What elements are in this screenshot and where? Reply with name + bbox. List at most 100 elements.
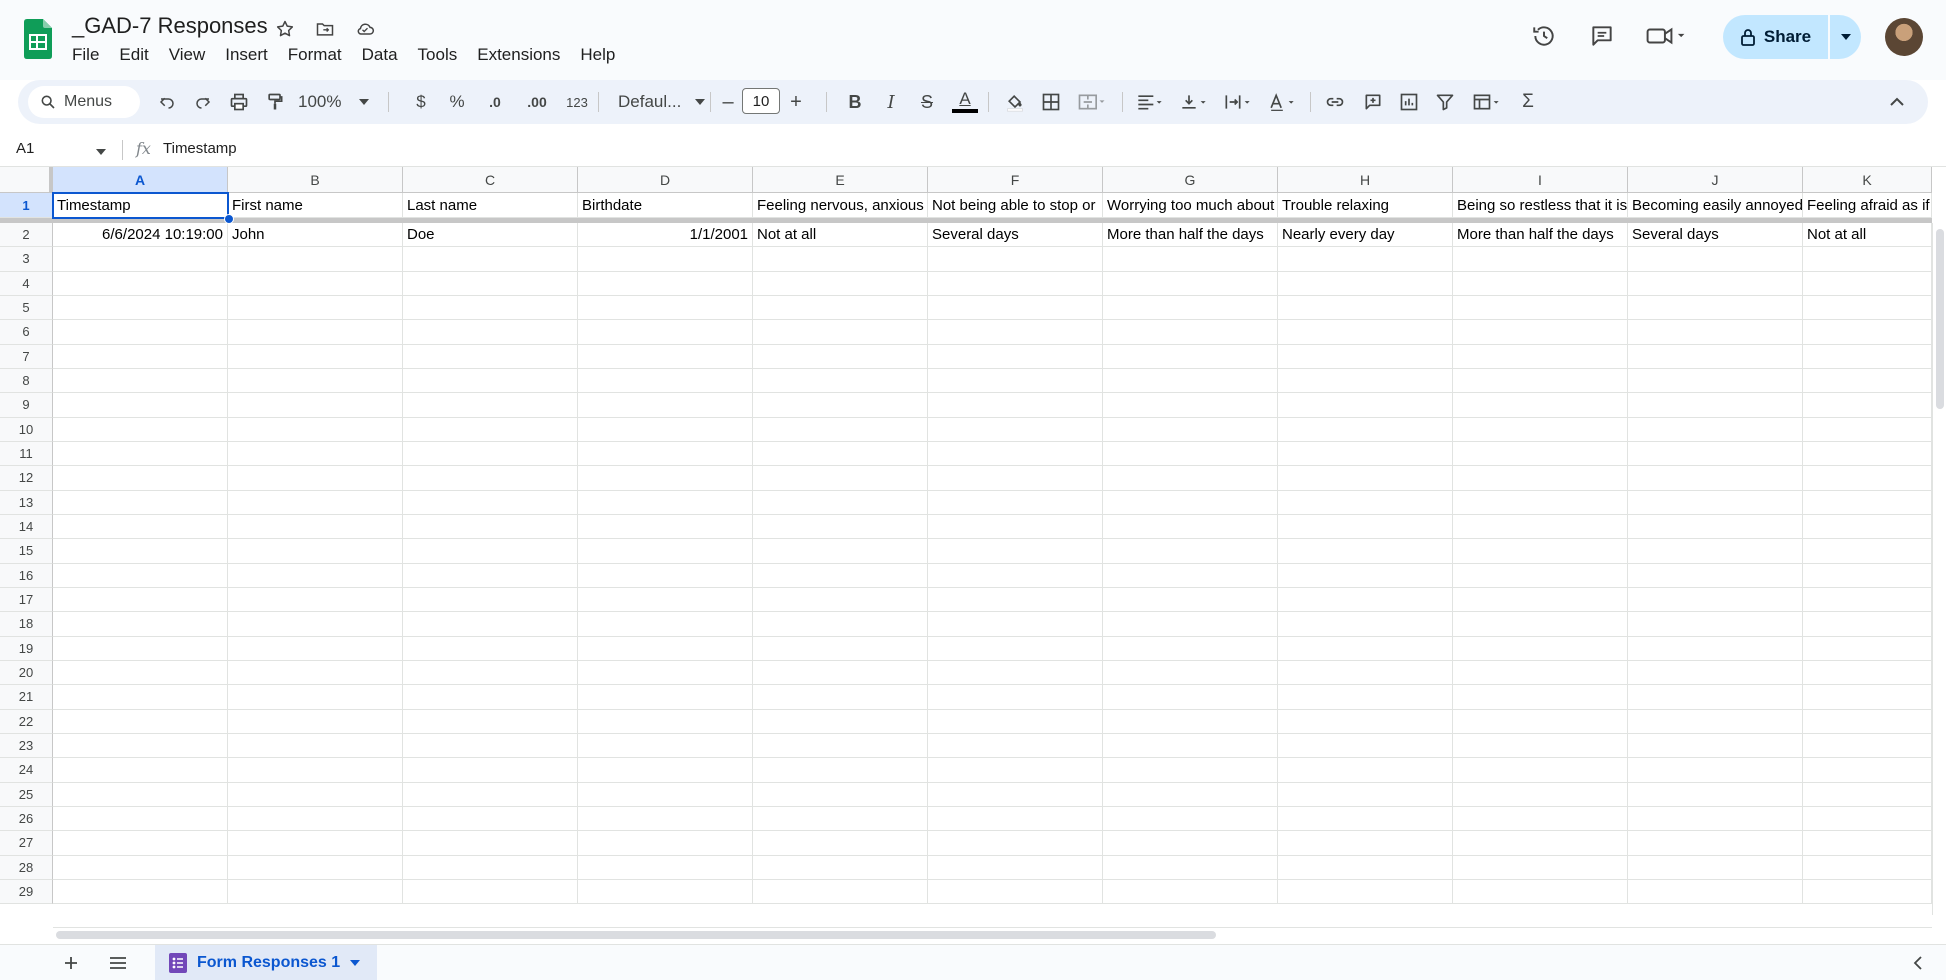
cell-j29[interactable] (1628, 879, 1803, 905)
cell-a7[interactable] (53, 344, 228, 369)
cell-d5[interactable] (578, 295, 753, 321)
cell-b18[interactable] (228, 612, 403, 637)
cell-i26[interactable] (1453, 806, 1628, 832)
cell-a13[interactable] (53, 490, 228, 515)
cell-e4[interactable] (753, 271, 928, 296)
cell-h4[interactable] (1278, 271, 1453, 296)
text-wrapping-icon[interactable] (1218, 80, 1258, 124)
cell-b13[interactable] (228, 490, 403, 515)
cell-b19[interactable] (228, 636, 403, 661)
cell-k27[interactable] (1803, 831, 1932, 856)
cell-i17[interactable] (1453, 587, 1628, 613)
cell-c29[interactable] (403, 879, 578, 905)
cell-j7[interactable] (1628, 344, 1803, 369)
row-header[interactable]: 22 (0, 709, 53, 734)
menu-view[interactable]: View (159, 44, 216, 66)
cell-h18[interactable] (1278, 612, 1453, 637)
cell-j18[interactable] (1628, 612, 1803, 637)
cell-g15[interactable] (1103, 539, 1278, 564)
move-folder-icon[interactable] (312, 16, 338, 42)
cell-e7[interactable] (753, 344, 928, 369)
cell-h22[interactable] (1278, 709, 1453, 734)
cell-g5[interactable] (1103, 295, 1278, 321)
text-rotation-icon[interactable] (1262, 80, 1302, 124)
row-header[interactable]: 1 (0, 193, 53, 218)
cell-b24[interactable] (228, 758, 403, 783)
select-all-corner[interactable] (0, 167, 53, 193)
print-icon[interactable] (224, 80, 254, 124)
cell-c2[interactable]: Doe (403, 223, 578, 248)
cell-i13[interactable] (1453, 490, 1628, 515)
cell-h26[interactable] (1278, 806, 1453, 832)
cell-c13[interactable] (403, 490, 578, 515)
cell-j15[interactable] (1628, 539, 1803, 564)
collapse-menus-icon[interactable] (1882, 80, 1912, 124)
row-header[interactable]: 26 (0, 806, 53, 832)
vertical-scroll-thumb[interactable] (1936, 229, 1944, 409)
cell-g19[interactable] (1103, 636, 1278, 661)
cell-a16[interactable] (53, 563, 228, 588)
cell-b29[interactable] (228, 879, 403, 905)
cell-g25[interactable] (1103, 782, 1278, 807)
cell-a1[interactable]: Timestamp (53, 193, 228, 218)
cell-k26[interactable] (1803, 806, 1932, 832)
cell-f15[interactable] (928, 539, 1103, 564)
cell-d29[interactable] (578, 879, 753, 905)
cell-j3[interactable] (1628, 247, 1803, 272)
cell-d21[interactable] (578, 685, 753, 710)
cell-g7[interactable] (1103, 344, 1278, 369)
side-panel-toggle-icon[interactable] (1904, 949, 1932, 977)
row-header[interactable]: 13 (0, 490, 53, 515)
cell-c18[interactable] (403, 612, 578, 637)
font-size-input[interactable]: 10 (742, 88, 780, 114)
cell-e24[interactable] (753, 758, 928, 783)
cell-e27[interactable] (753, 831, 928, 856)
cell-h11[interactable] (1278, 441, 1453, 467)
cell-e11[interactable] (753, 441, 928, 467)
cell-e22[interactable] (753, 709, 928, 734)
column-header-j[interactable]: J (1628, 167, 1803, 193)
horizontal-align-icon[interactable] (1130, 80, 1170, 124)
cell-b6[interactable] (228, 320, 403, 345)
menu-format[interactable]: Format (278, 44, 352, 66)
cell-a27[interactable] (53, 831, 228, 856)
cell-g29[interactable] (1103, 879, 1278, 905)
cell-b20[interactable] (228, 660, 403, 686)
cell-f28[interactable] (928, 855, 1103, 880)
row-header[interactable]: 16 (0, 563, 53, 588)
cell-a11[interactable] (53, 441, 228, 467)
cell-f4[interactable] (928, 271, 1103, 296)
cell-h1[interactable]: Trouble relaxing (1278, 193, 1453, 218)
cell-i14[interactable] (1453, 514, 1628, 540)
font-select[interactable]: Defaul... (608, 80, 708, 124)
cell-b17[interactable] (228, 587, 403, 613)
cell-j28[interactable] (1628, 855, 1803, 880)
cell-h14[interactable] (1278, 514, 1453, 540)
row-header[interactable]: 25 (0, 782, 53, 807)
cell-c15[interactable] (403, 539, 578, 564)
cell-f1[interactable]: Not being able to stop or (928, 193, 1103, 218)
cell-j10[interactable] (1628, 417, 1803, 442)
cell-g27[interactable] (1103, 831, 1278, 856)
cell-i1[interactable]: Being so restless that it is (1453, 193, 1628, 218)
cell-i6[interactable] (1453, 320, 1628, 345)
cell-g24[interactable] (1103, 758, 1278, 783)
cell-b7[interactable] (228, 344, 403, 369)
decrease-decimal-button[interactable]: .0 (478, 80, 512, 124)
vertical-align-icon[interactable] (1174, 80, 1214, 124)
cell-a19[interactable] (53, 636, 228, 661)
cell-b3[interactable] (228, 247, 403, 272)
cell-f18[interactable] (928, 612, 1103, 637)
cell-b26[interactable] (228, 806, 403, 832)
cell-i27[interactable] (1453, 831, 1628, 856)
undo-icon[interactable] (152, 80, 182, 124)
cloud-saved-icon[interactable] (352, 16, 378, 42)
cell-a21[interactable] (53, 685, 228, 710)
cell-j13[interactable] (1628, 490, 1803, 515)
column-header-a[interactable]: A (53, 167, 228, 193)
share-button[interactable]: Share (1723, 15, 1828, 59)
cell-g23[interactable] (1103, 733, 1278, 759)
cell-b21[interactable] (228, 685, 403, 710)
column-header-b[interactable]: B (228, 167, 403, 193)
text-color-button[interactable]: A (948, 80, 982, 124)
